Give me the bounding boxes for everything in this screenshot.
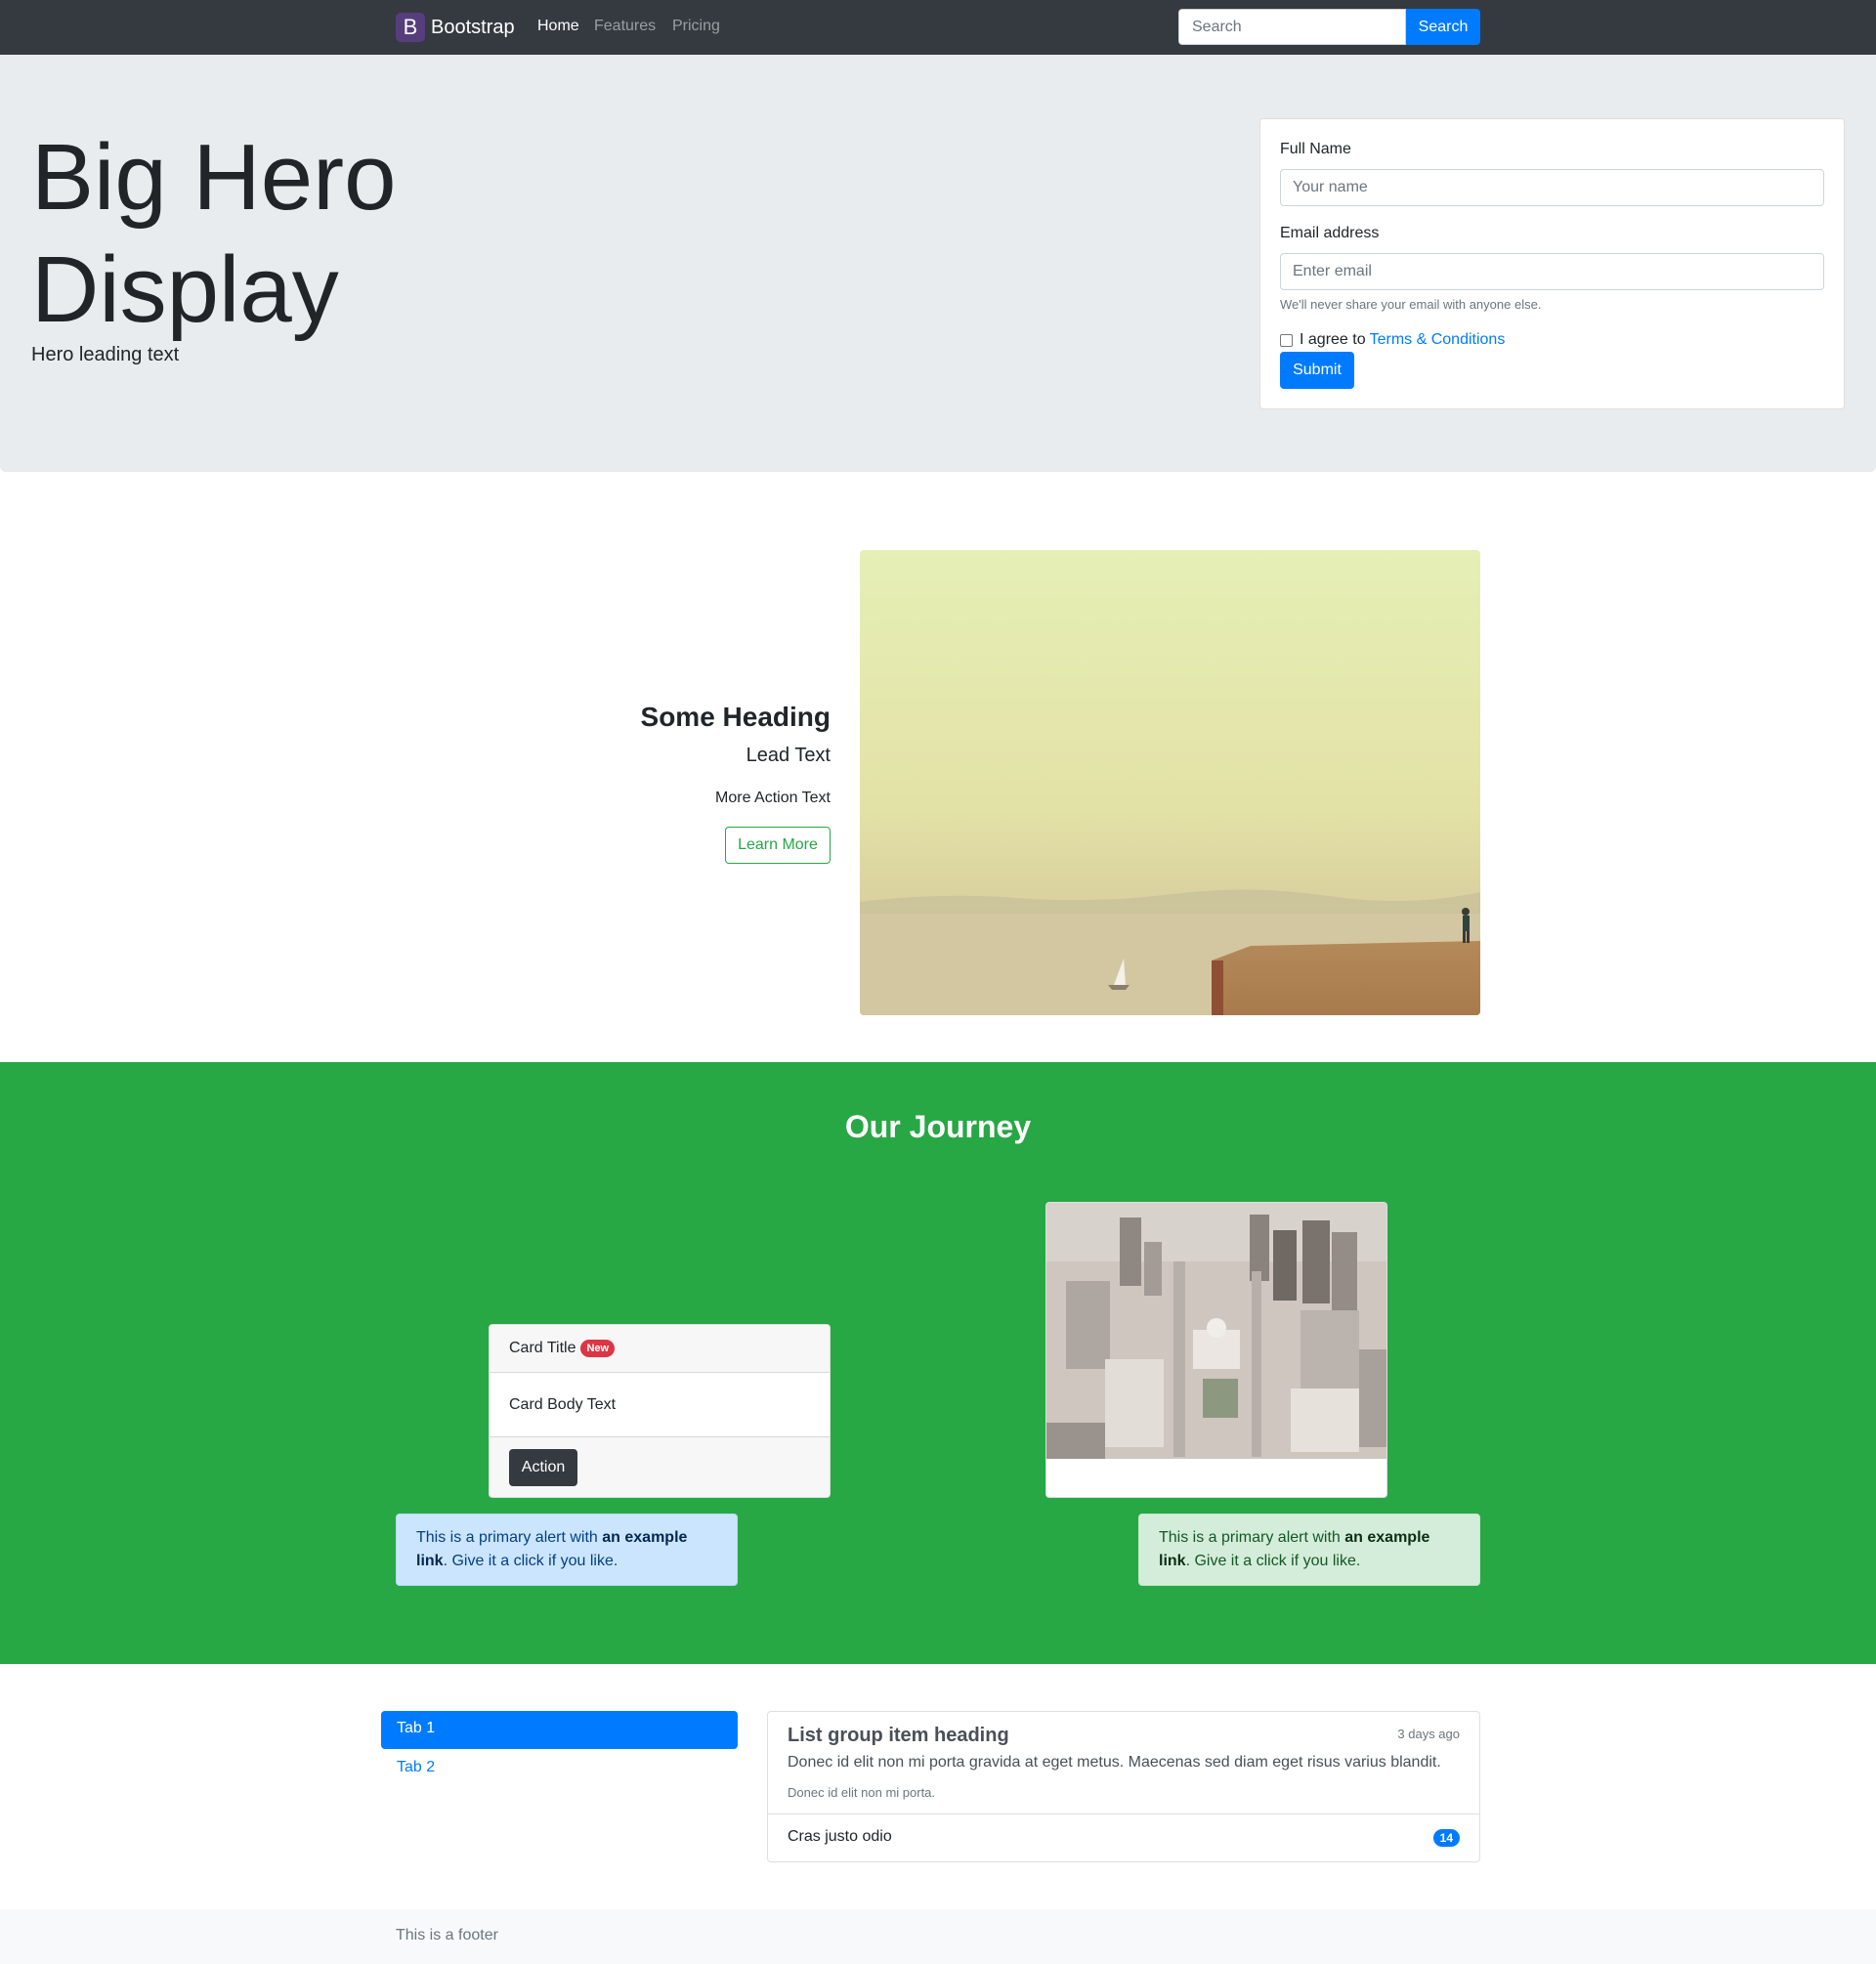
feature-more-text: More Action Text [715,790,831,806]
coastline-photo [860,550,1480,1015]
list-item[interactable]: Cras justo odio 14 [768,1815,1479,1861]
card-body: Card Body Text [509,1395,617,1413]
list-group: List group item heading 3 days ago Donec… [767,1711,1480,1862]
tab-2[interactable]: Tab 2 [381,1750,738,1788]
learn-more-button[interactable]: Learn More [725,827,831,864]
submit-button[interactable]: Submit [1280,352,1354,389]
agree-text: I agree to [1300,331,1366,348]
action-button[interactable]: Action [509,1449,577,1486]
feature-lead: Lead Text [746,745,831,766]
search-input[interactable] [1178,9,1406,45]
city-aerial-photo [1046,1203,1386,1459]
signup-form: Full Name Email address We'll never shar… [1259,118,1845,409]
count-badge: 14 [1432,1829,1460,1847]
card-header: Card Title New [490,1325,830,1373]
list-item-heading: List group item heading [788,1725,1009,1746]
coastline-image [860,550,1480,1015]
hero-lead: Hero leading text [31,344,180,365]
alert-text-pre: This is a primary alert with [416,1529,603,1546]
terms-link[interactable]: Terms & Conditions [1370,331,1506,349]
info-card: Card Title New Card Body Text Action [489,1324,831,1498]
tab-1[interactable]: Tab 1 [381,1711,738,1749]
list-item-time: 3 days ago [1397,1727,1460,1741]
alert-text-post: . Give it a click if you like. [1185,1553,1361,1569]
full-name-input[interactable] [1280,169,1824,206]
search-button[interactable]: Search [1406,9,1480,45]
alert-text-pre: This is a primary alert with [1159,1529,1345,1546]
alert-success: This is a primary alert with an example … [1138,1514,1480,1586]
hero-section: Big Hero Display Hero leading text Full … [0,55,1876,472]
list-item[interactable]: List group item heading 3 days ago Donec… [768,1712,1479,1815]
card-title: Card Title [509,1340,576,1356]
footer-text: This is a footer [396,1927,498,1943]
terms-checkbox[interactable] [1280,333,1293,347]
email-label: Email address [1280,225,1380,241]
new-badge: New [580,1340,616,1357]
card-footer: Action [490,1436,830,1497]
terms-check-row: I agree to Terms & Conditions [1280,331,1505,349]
bootstrap-logo-icon: B [396,13,425,42]
nav-link-home[interactable]: Home [537,18,579,35]
journey-section: Our Journey Card Title New Card Body Tex… [0,1062,1876,1664]
email-input[interactable] [1280,253,1824,290]
email-help-text: We'll never share your email with anyone… [1280,297,1542,312]
brand-name: Bootstrap [431,16,515,38]
list-item-text: Donec id elit non mi porta gravida at eg… [788,1754,1441,1771]
journey-title: Our Journey [844,1109,1032,1144]
footer: This is a footer [0,1909,1876,1964]
list-item-label: Cras justo odio [788,1828,892,1845]
alert-text-post: . Give it a click if you like. [443,1553,618,1569]
hero-title: Big Hero Display [31,125,397,342]
city-image-card [1045,1202,1387,1498]
nav-link-features[interactable]: Features [594,18,656,35]
list-item-small: Donec id elit non mi porta. [788,1785,936,1800]
navbar: B Bootstrap Home Features Pricing Search [0,0,1876,55]
nav-link-pricing[interactable]: Pricing [672,18,720,35]
alert-primary: This is a primary alert with an example … [396,1514,738,1586]
full-name-label: Full Name [1280,141,1351,157]
feature-heading: Some Heading [640,702,831,732]
brand[interactable]: B Bootstrap [396,13,515,42]
